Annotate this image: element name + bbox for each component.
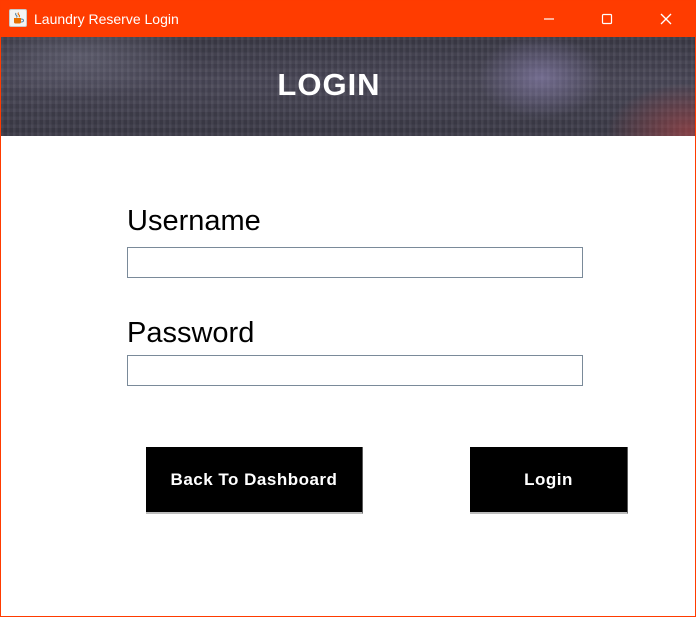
page-title: LOGIN <box>277 67 381 102</box>
username-field[interactable] <box>127 247 583 278</box>
minimize-icon <box>544 18 554 20</box>
window-title: Laundry Reserve Login <box>34 11 179 27</box>
maximize-button[interactable] <box>578 1 636 37</box>
title-bar[interactable]: Laundry Reserve Login <box>1 1 695 37</box>
minimize-button[interactable] <box>520 1 578 37</box>
close-icon <box>660 13 672 25</box>
maximize-icon <box>601 13 613 25</box>
close-button[interactable] <box>637 1 695 37</box>
password-label: Password <box>127 317 255 349</box>
username-label: Username <box>127 205 261 237</box>
back-to-dashboard-button[interactable]: Back To Dashboard <box>146 447 363 514</box>
login-button[interactable]: Login <box>470 447 628 514</box>
java-cup-icon <box>9 9 27 27</box>
password-field[interactable] <box>127 355 583 386</box>
login-window: Laundry Reserve Login LOGIN Username Pas… <box>0 0 696 617</box>
header-banner: LOGIN <box>1 37 695 136</box>
